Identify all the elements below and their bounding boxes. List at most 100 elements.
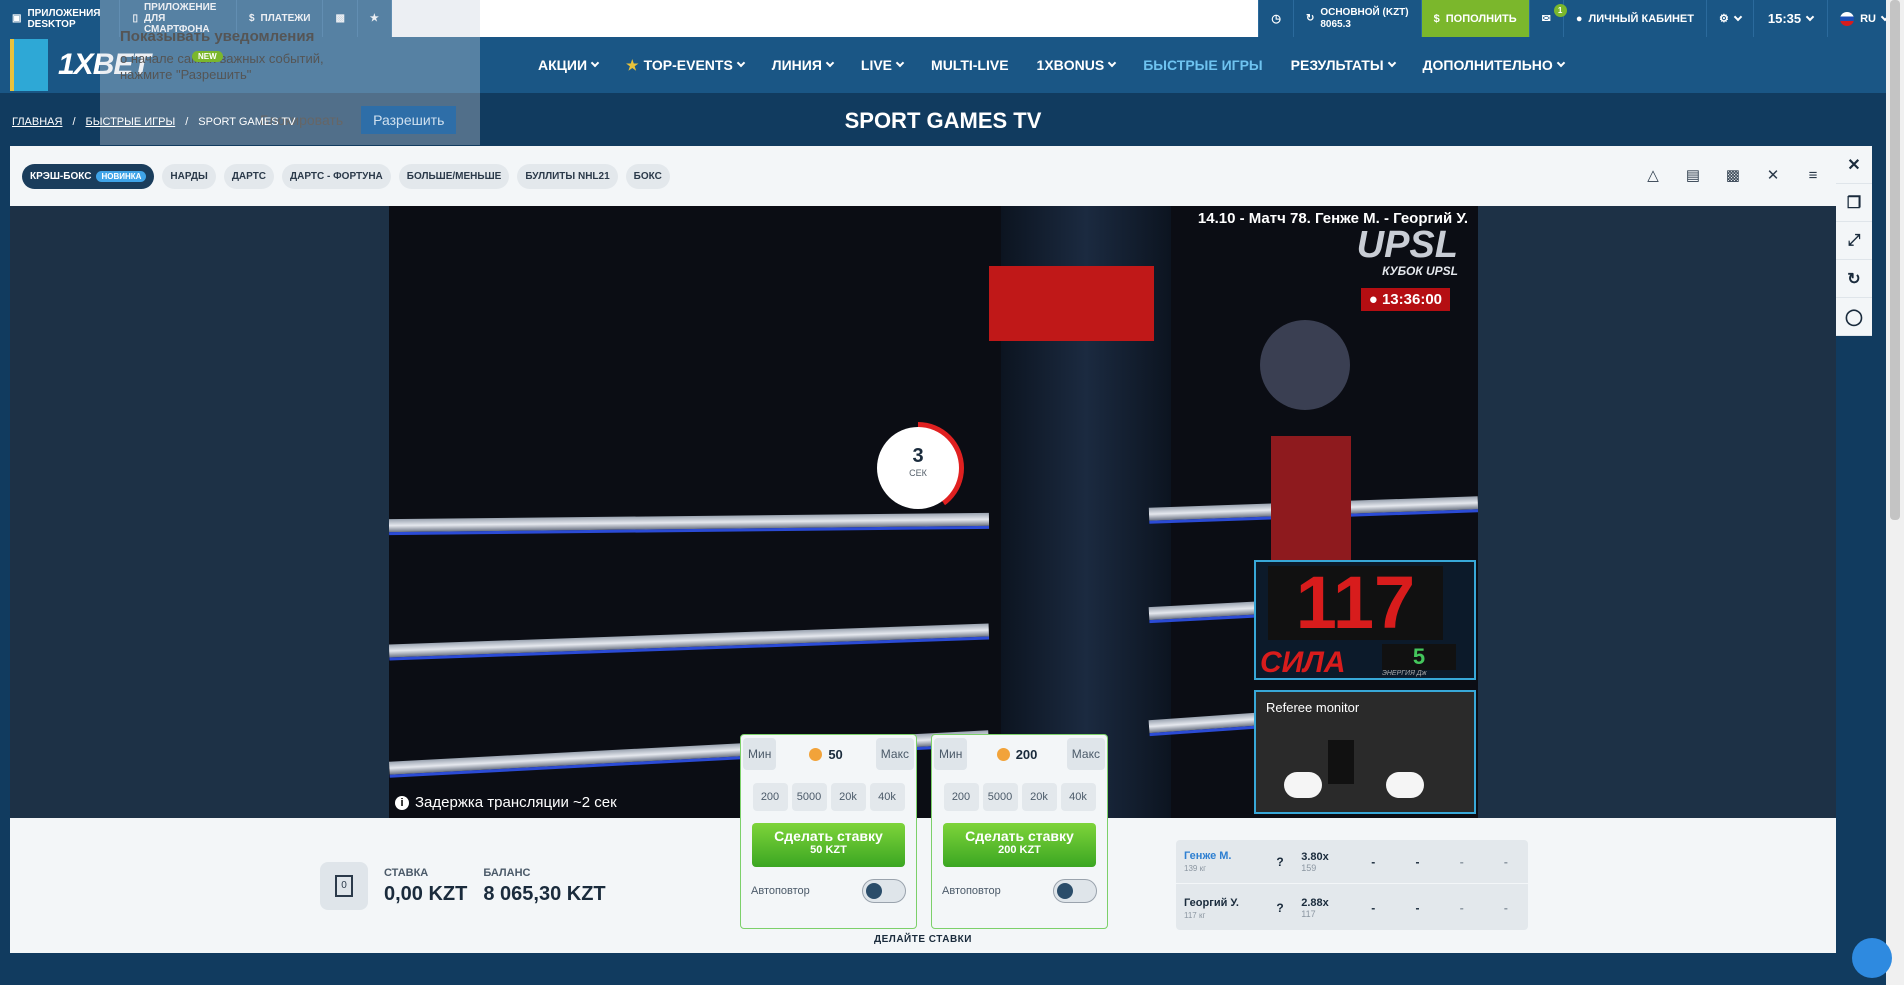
tab-label: КРЭШ-БОКС (30, 170, 92, 182)
clock-value: 13:36:00 (1381, 291, 1442, 308)
make-bet-button[interactable]: Сделать ставку 50 KZT (752, 823, 905, 867)
flag-ru-icon (1840, 11, 1855, 26)
nav-item-results[interactable]: РЕЗУЛЬТАТЫ (1277, 57, 1409, 73)
deposit-button[interactable]: $ ПОПОЛНИТЬ (1420, 0, 1529, 37)
chip-button[interactable]: 40k (1060, 783, 1096, 811)
nav-item-multi-live[interactable]: MULTI-LIVE (917, 57, 1023, 73)
max-button[interactable]: Макс (1066, 738, 1105, 770)
min-button[interactable]: Мин (743, 738, 777, 770)
nav-item-more[interactable]: ДОПОЛНИТЕЛЬНО (1409, 57, 1578, 73)
max-button[interactable]: Макс (875, 738, 914, 770)
deposit-label: ПОПОЛНИТЬ (1445, 12, 1517, 25)
nav-item-live[interactable]: LIVE (847, 57, 917, 73)
make-bet-button[interactable]: Сделать ставку 200 KZT (943, 823, 1096, 867)
chip-row: 200 5000 20k 40k (932, 783, 1107, 811)
make-bet-amount: 50 KZT (810, 844, 847, 856)
account-switch[interactable]: ↻ ОСНОВНОЙ (KZT) 8065.3 (1292, 0, 1421, 37)
copy-icon[interactable]: ❐ (1836, 184, 1872, 222)
chip-button[interactable]: 200 (752, 783, 788, 811)
chip-button[interactable]: 200 (943, 783, 979, 811)
settings-button[interactable]: ⚙ (1705, 0, 1753, 37)
chip-button[interactable]: 20k (830, 783, 866, 811)
side-toolbar: ✕ ❐ ⤢ ↻ ◯ (1836, 146, 1872, 336)
bet-amount-value: 200 (1015, 746, 1038, 762)
make-bet-amount: 200 KZT (998, 844, 1041, 856)
tab-shootouts-nhl21[interactable]: БУЛЛИТЫ NHL21 (517, 163, 618, 189)
autorepeat-toggle[interactable] (1053, 879, 1097, 903)
nav-item-promotions[interactable]: АКЦИИ (524, 57, 612, 73)
support-chat-button[interactable] (1852, 938, 1892, 978)
chevron-down-icon (1733, 12, 1743, 21)
tab-label: БУЛЛИТЫ NHL21 (525, 170, 610, 182)
chip-button[interactable]: 5000 (791, 783, 827, 811)
trophy-icon: ★ (626, 56, 639, 73)
tab-label: ДАРТС - ФОРТУНА (290, 170, 383, 182)
new-badge: NEW (192, 51, 223, 62)
graduation-cap-icon[interactable]: △ (1642, 164, 1664, 186)
tab-darts[interactable]: ДАРТС (223, 163, 275, 189)
coin-icon (809, 747, 823, 761)
history-button[interactable]: ◷ (1258, 0, 1293, 37)
tab-darts-fortune[interactable]: ДАРТС - ФОРТУНА (282, 163, 391, 189)
gift-icon[interactable]: ▩ (1722, 164, 1744, 186)
stake-label: СТАВКА (384, 866, 429, 879)
nav-item-1xbonus[interactable]: 1XBONUS (1023, 57, 1130, 73)
kz-flag-icon (10, 39, 48, 91)
autorepeat-row: Автоповтор (932, 867, 1107, 903)
tab-label: БОЛЬШЕ/МЕНЬШЕ (406, 170, 502, 182)
timer-unit: СЕК (909, 468, 927, 478)
chip-button[interactable]: 40k (869, 783, 905, 811)
top-bar-right: ◷ ↻ ОСНОВНОЙ (KZT) 8065.3 $ ПОПОЛНИТЬ ✉ … (1258, 0, 1904, 37)
bet-amount[interactable]: 200 (996, 746, 1038, 762)
nav-item-fast-games[interactable]: БЫСТРЫЕ ИГРЫ (1129, 57, 1276, 73)
fighter-cell: - (1415, 854, 1420, 869)
autorepeat-row: Автоповтор (741, 867, 916, 903)
video-stream: 14.10 - Матч 78. Генже М. - Георгий У. U… (389, 206, 1478, 818)
book-icon[interactable]: ▤ (1682, 164, 1704, 186)
tab-backgammon[interactable]: НАРДЫ (162, 163, 216, 189)
page-scrollbar[interactable] (1886, 0, 1904, 985)
tab-boxing[interactable]: БОКС (625, 163, 670, 189)
power-label: СИЛА (1260, 646, 1346, 679)
fighter-weight: 139 кг (1184, 864, 1206, 873)
close-icon[interactable]: ✕ (1836, 146, 1872, 184)
breadcrumb-sep: / (72, 116, 76, 128)
tab-more-less[interactable]: БОЛЬШЕ/МЕНЬШЕ (398, 163, 510, 189)
fighter-coef: 2.88x 117 (1301, 897, 1329, 919)
scrollbar-thumb[interactable] (1890, 0, 1900, 520)
chevron-down-icon (825, 58, 835, 68)
bet-amount[interactable]: 50 (809, 747, 843, 762)
sound-off-icon[interactable]: ✕ (1762, 164, 1784, 186)
balance-block: БАЛАНС 8 065,30 KZT (483, 867, 605, 906)
toggle-icon[interactable]: ◯ (1836, 298, 1872, 336)
autorepeat-toggle[interactable] (862, 879, 906, 903)
chevron-down-icon (1387, 58, 1396, 68)
gear-icon: ⚙ (1718, 13, 1729, 25)
breadcrumb-home[interactable]: ГЛАВНАЯ (12, 116, 62, 128)
fighter-cell: - (1459, 901, 1464, 915)
mail-button[interactable]: ✉ 1 (1528, 0, 1567, 37)
broadcast-clock: ● 13:36:00 (1360, 288, 1450, 311)
fullscreen-icon[interactable]: ⤢ (1836, 222, 1872, 260)
keypad (1328, 740, 1354, 784)
bet-panel-2: Мин 200 Макс 200 5000 20k 40k Сделать ст… (931, 734, 1108, 929)
breadcrumb-fast-games[interactable]: БЫСТРЫЕ ИГРЫ (86, 116, 176, 128)
chip-button[interactable]: 5000 (982, 783, 1018, 811)
nav-item-top-events[interactable]: ★ TOP-EVENTS (612, 57, 758, 74)
nav-item-line[interactable]: ЛИНИЯ (758, 57, 847, 73)
cabinet-button[interactable]: ● ЛИЧНЫЙ КАБИНЕТ (1562, 0, 1706, 37)
chevron-down-icon (1805, 12, 1815, 21)
min-button[interactable]: Мин (934, 738, 968, 770)
account-type: ОСНОВНОЙ (KZT) (1320, 6, 1409, 18)
table-row[interactable]: Георгий У. 117 кг ? 2.88x 117 - - - - (1176, 886, 1528, 930)
mail-icon: ✉ (1541, 13, 1551, 25)
chip-button[interactable]: 20k (1021, 783, 1057, 811)
reload-icon[interactable]: ↻ (1836, 260, 1872, 298)
fighter-cell: - (1371, 901, 1376, 915)
tab-crash-box[interactable]: КРЭШ-БОКС НОВИНКА (22, 163, 155, 189)
table-row[interactable]: Генже М. 139 кг ? 3.80x 159 - - - - (1176, 840, 1528, 884)
time-selector[interactable]: 15:35 (1752, 0, 1828, 37)
settings-sliders-icon[interactable]: ≡ (1802, 164, 1824, 186)
breadcrumb-sep: / (185, 116, 189, 128)
nav-label: РЕЗУЛЬТАТЫ (1290, 57, 1384, 73)
